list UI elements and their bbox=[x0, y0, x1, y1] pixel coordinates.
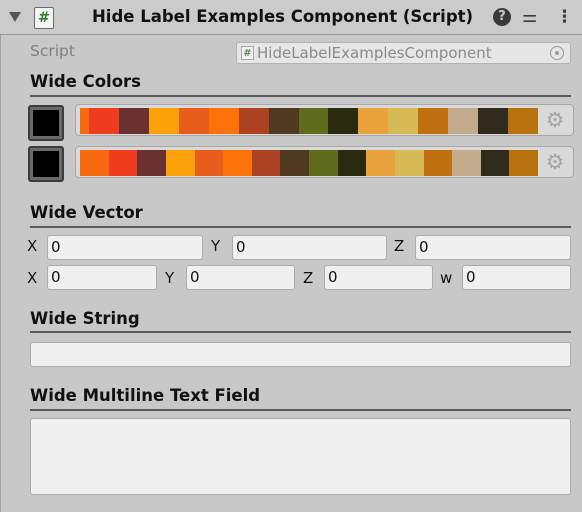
foldout-arrow-icon[interactable] bbox=[9, 12, 21, 22]
context-menu-icon[interactable]: ⋮ bbox=[556, 8, 573, 26]
vector4-x-label: X bbox=[27, 269, 38, 287]
wide-string-title: Wide String bbox=[30, 309, 140, 328]
gradient-color-key bbox=[80, 150, 109, 176]
vector4-w-input[interactable]: 0 bbox=[462, 265, 571, 290]
color-swatch-2[interactable] bbox=[28, 146, 64, 182]
object-picker-icon[interactable] bbox=[550, 46, 564, 60]
wide-multiline-divider bbox=[30, 409, 571, 411]
gradient-color-key bbox=[452, 150, 481, 176]
gradient-color-key bbox=[509, 150, 538, 176]
gradient-color-key bbox=[478, 108, 509, 134]
wide-string-input[interactable] bbox=[30, 342, 571, 367]
gradient-color-key bbox=[238, 108, 269, 134]
gradient-color-key bbox=[328, 108, 359, 134]
vector4-z-input[interactable]: 0 bbox=[324, 265, 433, 290]
vector4-w-label: w bbox=[440, 269, 453, 287]
gradient-color-key bbox=[423, 150, 453, 176]
vector3-y-label: Y bbox=[211, 237, 221, 255]
gradient-color-key bbox=[208, 108, 239, 134]
wide-colors-divider bbox=[30, 95, 571, 97]
gradient-color-key bbox=[448, 108, 479, 134]
wide-vector-title: Wide Vector bbox=[30, 203, 143, 222]
gradient-color-key bbox=[251, 150, 281, 176]
vector3-z-label: Z bbox=[394, 237, 405, 255]
gradient-color-key bbox=[388, 108, 419, 134]
script-label: Script bbox=[30, 42, 75, 60]
wide-vector-divider bbox=[30, 226, 571, 228]
gradient-color-key bbox=[366, 150, 395, 176]
gradient-color-key bbox=[148, 108, 179, 134]
gradient-color-key bbox=[508, 108, 538, 134]
gradient-color-key bbox=[394, 150, 424, 176]
vector4-z-label: Z bbox=[303, 269, 314, 287]
script-object-value: HideLabelExamplesComponent bbox=[257, 44, 492, 62]
vector4-y-label: Y bbox=[165, 269, 175, 287]
gradient-color-key bbox=[165, 150, 195, 176]
vector3-x-label: X bbox=[27, 237, 38, 255]
gradient-color-key bbox=[358, 108, 389, 134]
gradient-color-key bbox=[418, 108, 449, 134]
help-icon[interactable]: ? bbox=[493, 8, 511, 26]
vector3-x-input[interactable]: 0 bbox=[47, 235, 203, 260]
vector3-z-input[interactable]: 0 bbox=[415, 235, 571, 260]
gradient-preview-2[interactable] bbox=[80, 150, 538, 176]
gradient-preview-1[interactable] bbox=[80, 108, 538, 134]
script-file-icon: # bbox=[241, 46, 254, 60]
vector4-y-input[interactable]: 0 bbox=[186, 265, 295, 290]
script-object-field[interactable]: # HideLabelExamplesComponent bbox=[236, 42, 571, 64]
inspector-left-border bbox=[0, 35, 1, 512]
gradient-color-key bbox=[337, 150, 367, 176]
gradient-color-key bbox=[298, 108, 329, 134]
gear-icon[interactable]: ⚙ bbox=[545, 110, 565, 131]
gradient-color-key bbox=[223, 150, 252, 176]
gradient-color-key bbox=[118, 108, 149, 134]
color-swatch-1[interactable] bbox=[28, 105, 64, 141]
gradient-color-key bbox=[194, 150, 224, 176]
component-title: Hide Label Examples Component (Script) bbox=[92, 7, 474, 26]
gradient-color-key bbox=[137, 150, 166, 176]
gradient-field-2[interactable]: ⚙ bbox=[75, 146, 574, 178]
vector3-y-input[interactable]: 0 bbox=[232, 235, 387, 260]
gradient-color-key bbox=[309, 150, 338, 176]
wide-multiline-title: Wide Multiline Text Field bbox=[30, 386, 261, 405]
gradient-color-key bbox=[268, 108, 299, 134]
script-icon: # bbox=[34, 7, 54, 29]
gradient-color-key bbox=[480, 150, 510, 176]
gear-icon[interactable]: ⚙ bbox=[545, 152, 565, 173]
gradient-color-key bbox=[178, 108, 209, 134]
gradient-field-1[interactable]: ⚙ bbox=[75, 104, 574, 136]
component-header[interactable]: # Hide Label Examples Component (Script)… bbox=[0, 0, 582, 35]
vector4-x-input[interactable]: 0 bbox=[47, 265, 157, 290]
gradient-color-key bbox=[108, 150, 138, 176]
gradient-color-key bbox=[80, 108, 89, 134]
wide-colors-title: Wide Colors bbox=[30, 72, 141, 91]
color-swatch-fill bbox=[33, 110, 59, 136]
gradient-color-key bbox=[88, 108, 119, 134]
wide-multiline-textarea[interactable] bbox=[30, 418, 571, 495]
wide-string-divider bbox=[30, 331, 571, 333]
gradient-color-key bbox=[280, 150, 309, 176]
presets-icon[interactable]: ⚌ bbox=[522, 8, 537, 26]
color-swatch-fill bbox=[33, 151, 59, 177]
